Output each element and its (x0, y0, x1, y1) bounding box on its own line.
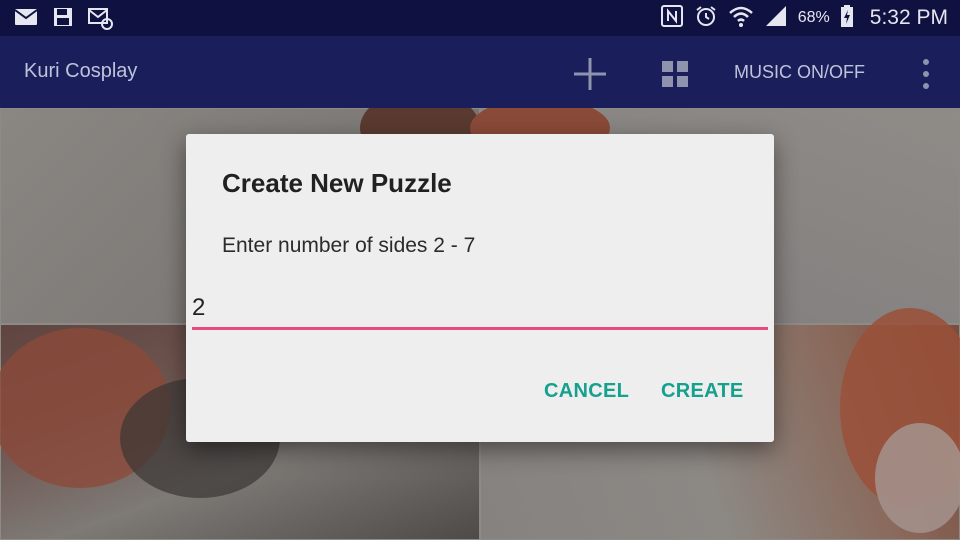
add-icon[interactable] (570, 54, 610, 94)
save-icon (52, 6, 74, 35)
signal-icon (764, 4, 788, 33)
create-puzzle-dialog: Create New Puzzle Enter number of sides … (186, 134, 774, 442)
clock-time: 5:32 PM (869, 6, 948, 29)
overflow-menu-icon[interactable] (916, 56, 936, 92)
mail-settings-icon (88, 6, 114, 35)
wifi-icon (728, 4, 754, 33)
battery-percent: 68% (797, 9, 830, 26)
battery-charging-icon (840, 4, 854, 33)
alarm-icon (694, 4, 718, 33)
grid-icon[interactable] (659, 58, 691, 90)
app-toolbar: Kuri Cosplay MUSIC ON/OFF (0, 36, 960, 108)
nfc-icon (660, 4, 684, 33)
app-title: Kuri Cosplay (24, 60, 138, 82)
sides-input[interactable] (192, 290, 768, 330)
email-icon (14, 6, 38, 35)
dialog-title: Create New Puzzle (222, 168, 452, 198)
music-toggle-button[interactable]: MUSIC ON/OFF (734, 62, 865, 83)
create-button[interactable]: CREATE (661, 380, 744, 403)
dialog-message: Enter number of sides 2 - 7 (222, 234, 476, 257)
cancel-button[interactable]: CANCEL (544, 380, 629, 403)
status-bar: 68% 5:32 PM (0, 0, 960, 36)
